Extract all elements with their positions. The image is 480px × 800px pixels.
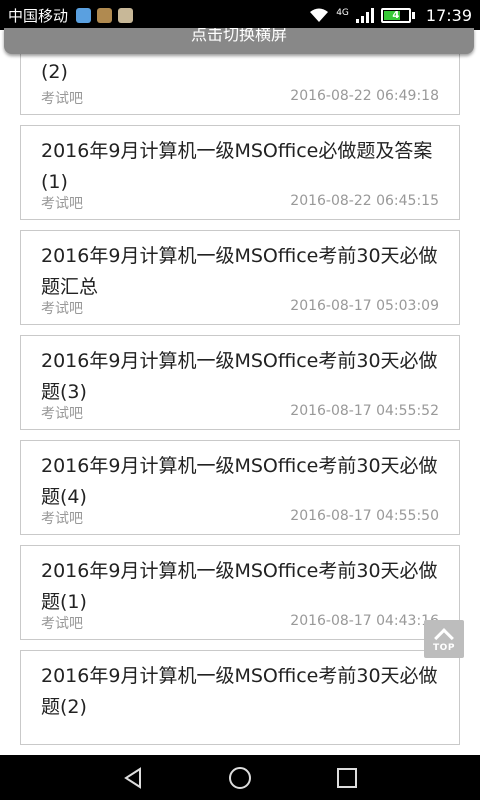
recents-button[interactable] bbox=[322, 758, 372, 798]
back-to-top-button[interactable]: TOP bbox=[424, 620, 464, 658]
notification-app-icon bbox=[118, 7, 134, 23]
article-card[interactable]: 2016年9月计算机一级MSOffice考前30天必做题(2) bbox=[20, 650, 460, 745]
article-title[interactable]: 2016年9月计算机一级MSOffice考前30天必做题(3) bbox=[41, 336, 439, 408]
article-date: 2016-08-17 04:55:50 bbox=[290, 508, 439, 524]
network-type: 4G bbox=[336, 7, 349, 18]
article-source: 考试吧 bbox=[41, 301, 83, 317]
battery-icon: 4 bbox=[380, 7, 411, 23]
article-source: 考试吧 bbox=[41, 196, 83, 212]
article-card[interactable]: 2016年9月计算机一级MSOffice考前30天必做题(1) 考试吧 2016-0… bbox=[20, 545, 460, 640]
article-meta: 考试吧 2016-08-22 06:45:15 bbox=[41, 193, 439, 213]
rotate-screen-banner[interactable]: 点击切换横屏 bbox=[4, 28, 474, 54]
article-meta: 考试吧 2016-08-17 05:03:09 bbox=[41, 298, 439, 318]
status-bar: 中国移动 4G 4 17:39 bbox=[0, 0, 480, 30]
article-title[interactable]: 2016年9月计算机一级MSOffice考前30天必做题(4) bbox=[41, 441, 439, 513]
article-title[interactable]: 2016年9月计算机一级MSOffice考前30天必做题(2) bbox=[41, 651, 439, 723]
carrier-name: 中国移动 bbox=[8, 6, 69, 25]
system-nav-bar bbox=[0, 755, 480, 800]
article-meta: 考试吧 2016-08-17 04:55:52 bbox=[41, 403, 439, 423]
article-title[interactable]: 2016年9月计算机一级MSOffice必做题及答案(1) bbox=[41, 126, 439, 198]
article-source: 考试吧 bbox=[41, 406, 83, 422]
article-list-viewport[interactable]: 2016年9月计算机一级MSOffice必做题及答案(2)考试吧2016-08-… bbox=[0, 30, 480, 755]
article-meta: 考试吧 2016-08-17 04:43:16 bbox=[41, 613, 439, 633]
article-meta: 考试吧 2016-08-22 06:49:18 bbox=[41, 88, 439, 108]
article-card[interactable]: 2016年9月计算机一级MSOffice考前30天必做题(3) 考试吧 2016-0… bbox=[20, 335, 460, 430]
article-list: 2016年9月计算机一级MSOffice必做题及答案(2)考试吧2016-08-… bbox=[0, 30, 480, 755]
notification-app-icon bbox=[97, 7, 113, 23]
notification-app-icon bbox=[76, 7, 92, 23]
back-button[interactable] bbox=[108, 758, 158, 798]
article-date: 2016-08-22 06:45:15 bbox=[290, 193, 439, 209]
article-card[interactable]: 2016年9月计算机一级MSOffice考前30天必做题(4) 考试吧 2016-0… bbox=[20, 440, 460, 535]
article-date: 2016-08-22 06:49:18 bbox=[290, 88, 439, 104]
wifi-icon bbox=[310, 8, 329, 22]
clock: 17:39 bbox=[425, 5, 472, 25]
article-source: 考试吧 bbox=[41, 511, 83, 527]
battery-level: 4 bbox=[392, 9, 400, 21]
article-date: 2016-08-17 05:03:09 bbox=[290, 298, 439, 314]
article-card[interactable]: 2016年9月计算机一级MSOffice必做题及答案(1) 考试吧 2016-08-… bbox=[20, 125, 460, 220]
article-source: 考试吧 bbox=[41, 91, 83, 107]
home-circle-icon bbox=[228, 766, 251, 789]
article-title[interactable]: 2016年9月计算机一级MSOffice考前30天必做题汇总 bbox=[41, 231, 439, 303]
battery-tip bbox=[411, 11, 415, 19]
article-meta: 考试吧 2016-08-17 04:55:50 bbox=[41, 508, 439, 528]
home-button[interactable] bbox=[215, 758, 265, 798]
recents-square-icon bbox=[336, 767, 357, 788]
article-date: 2016-08-17 04:55:52 bbox=[290, 403, 439, 419]
back-triangle-icon bbox=[124, 766, 142, 789]
rotate-screen-label: 点击切换横屏 bbox=[190, 28, 287, 44]
article-card[interactable]: 2016年9月计算机一级MSOffice考前30天必做题汇总 考试吧 2016-08… bbox=[20, 230, 460, 325]
article-title[interactable]: 2016年9月计算机一级MSOffice考前30天必做题(1) bbox=[41, 546, 439, 618]
signal-icon bbox=[355, 7, 374, 23]
article-source: 考试吧 bbox=[41, 616, 83, 632]
article-date: 2016-08-17 04:43:16 bbox=[290, 613, 439, 629]
